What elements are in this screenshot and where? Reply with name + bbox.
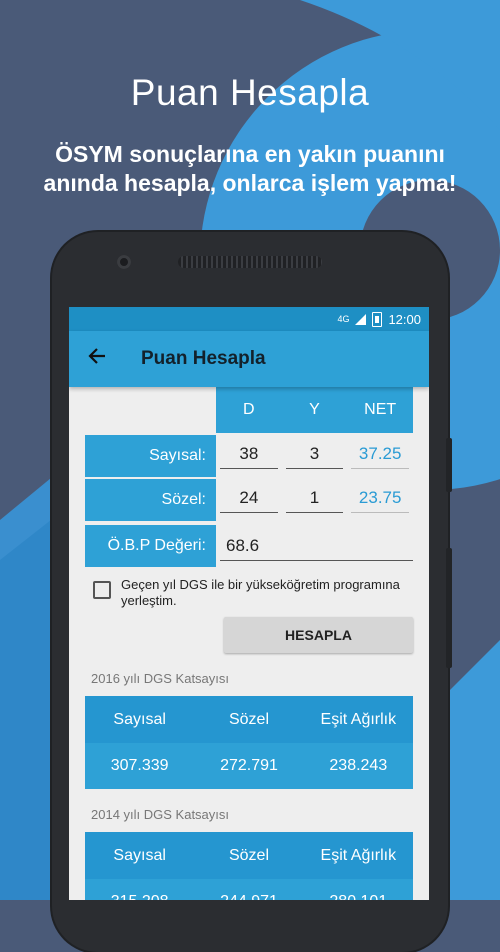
coef-value: 315.208 bbox=[85, 879, 194, 900]
sayisal-y-input[interactable]: 3 bbox=[285, 444, 344, 469]
camera-icon bbox=[117, 255, 131, 269]
coefficient-table-2014: Sayısal Sözel Eşit Ağırlık 315.208 244.9… bbox=[85, 832, 413, 900]
promo-title: Puan Hesapla bbox=[130, 72, 370, 113]
coef-header: Sayısal bbox=[113, 846, 166, 864]
phone-screen: 4G 12:00 Puan Hesapla D Y NET Sayısal: 3… bbox=[69, 307, 429, 900]
app-bar-title: Puan Hesapla bbox=[141, 348, 266, 369]
status-bar: 4G 12:00 bbox=[69, 307, 429, 331]
header-y: Y bbox=[309, 401, 320, 418]
sayisal-net-value: 37.25 bbox=[351, 444, 410, 469]
header-net: NET bbox=[364, 401, 397, 418]
promo-subtitle-line-1: ÖSYM sonuçlarına en yakın puanını bbox=[55, 141, 445, 167]
coefficient-title-2014: 2014 yılı DGS Katsayısı bbox=[91, 807, 230, 822]
coef-value: 238.243 bbox=[329, 757, 388, 774]
coef-value: 272.791 bbox=[220, 757, 278, 774]
status-time: 12:00 bbox=[388, 311, 421, 327]
coef-value: 307.339 bbox=[110, 757, 169, 774]
speaker-grille bbox=[178, 256, 322, 268]
row-label: Sözel: bbox=[85, 479, 216, 521]
battery-icon bbox=[372, 311, 383, 327]
obp-input[interactable]: 68.6 bbox=[220, 532, 413, 561]
obp-label: Ö.B.P Değeri: bbox=[85, 525, 216, 567]
row-label: Sayısal: bbox=[85, 435, 216, 477]
sozel-net-value: 23.75 bbox=[351, 488, 410, 513]
app-bar: Puan Hesapla bbox=[69, 331, 429, 387]
sozel-d-input[interactable]: 24 bbox=[220, 488, 278, 513]
coef-header: Sözel bbox=[228, 710, 269, 728]
header-d: D bbox=[243, 401, 255, 418]
hesapla-button[interactable]: HESAPLA bbox=[224, 617, 413, 653]
row-sozel: Sözel: 24 1 23.75 bbox=[85, 479, 413, 521]
row-sayisal: Sayısal: 38 3 37.25 bbox=[85, 435, 413, 477]
dgs-checkbox-row[interactable]: Geçen yıl DGS ile bir yükseköğretim prog… bbox=[85, 577, 413, 609]
volume-button bbox=[446, 438, 452, 492]
row-obp: Ö.B.P Değeri: 68.6 bbox=[85, 525, 413, 567]
coefficient-table-2016: Sayısal Sözel Eşit Ağırlık 307.339 272.7… bbox=[85, 696, 413, 789]
dgs-checkbox-label: Geçen yıl DGS ile bir yükseköğretim prog… bbox=[121, 577, 400, 608]
coef-header: Sözel bbox=[228, 846, 269, 864]
back-arrow-icon[interactable] bbox=[69, 346, 125, 372]
score-grid-header: D Y NET bbox=[216, 387, 413, 433]
form-content: D Y NET Sayısal: 38 3 37.25 Sözel: 24 1 … bbox=[69, 387, 429, 900]
signal-icon bbox=[355, 313, 367, 325]
coefficient-title-2016: 2016 yılı DGS Katsayısı bbox=[91, 671, 230, 686]
coef-header: Eşit Ağırlık bbox=[320, 846, 397, 864]
coef-header: Eşit Ağırlık bbox=[320, 710, 397, 728]
promo-subtitle: ÖSYM sonuçlarına en yakın puanını anında… bbox=[0, 140, 500, 198]
coef-value: 244.971 bbox=[194, 879, 303, 900]
sozel-y-input[interactable]: 1 bbox=[285, 488, 344, 513]
power-button bbox=[446, 548, 452, 668]
coef-header: Sayısal bbox=[113, 710, 166, 728]
network-indicator: 4G bbox=[337, 314, 350, 324]
coef-value: 280.101 bbox=[304, 879, 413, 900]
dgs-checkbox[interactable] bbox=[93, 581, 111, 599]
promo-subtitle-line-2: anında hesapla, onlarca işlem yapma! bbox=[43, 170, 457, 196]
sayisal-d-input[interactable]: 38 bbox=[220, 444, 278, 469]
